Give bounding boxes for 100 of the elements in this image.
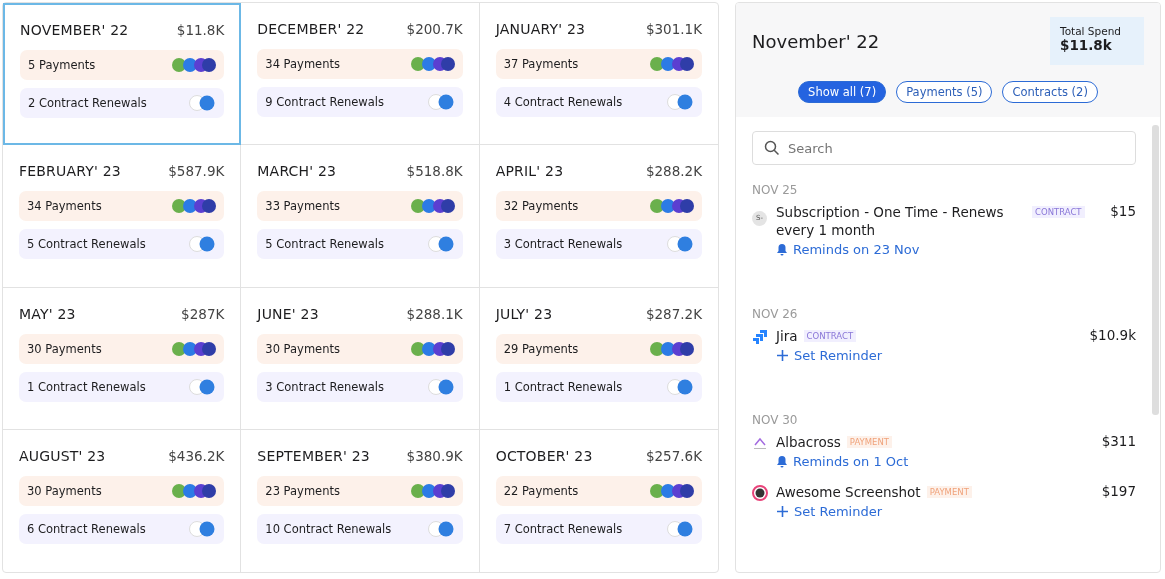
set-reminder-link[interactable]: Set Reminder (776, 504, 883, 519)
filter-chip[interactable]: Contracts (2) (1002, 81, 1098, 103)
month-title: FEBRUARY' 23 (19, 163, 121, 180)
renewals-row[interactable]: 5 Contract Renewals (257, 229, 463, 260)
app-logo-stack-icon (408, 55, 455, 73)
payments-count: 22 Payments (503, 483, 579, 498)
month-total: $587.9K (168, 163, 225, 180)
search-icon (764, 140, 780, 156)
renewals-count: 7 Contract Renewals (503, 521, 623, 536)
renewals-count: 1 Contract Renewals (27, 379, 146, 394)
renewals-row[interactable]: 3 Contract Renewals (257, 371, 463, 402)
renewals-count: 5 Contract Renewals (265, 237, 384, 252)
renewals-row[interactable]: 1 Contract Renewals (495, 371, 702, 402)
month-title: DECEMBER' 22 (257, 21, 365, 37)
payments-count: 30 Payments (27, 341, 102, 356)
payments-count: 30 Payments (265, 341, 340, 356)
renewals-row[interactable]: 6 Contract Renewals (19, 513, 225, 544)
month-card[interactable]: JUNE' 23 $288.1K 30 Payments 3 Contract Renewals (241, 287, 480, 430)
payments-count: 33 Payments (265, 199, 340, 214)
renewals-count: 1 Contract Renewals (503, 379, 623, 394)
renewals-count: 4 Contract Renewals (503, 95, 623, 109)
month-card[interactable]: MARCH' 23 $518.8K 33 Payments 5 Contract Renewals (241, 145, 480, 288)
payments-row[interactable]: 29 Payments (495, 333, 702, 364)
renewals-count: 3 Contract Renewals (265, 379, 384, 394)
date-heading: NOV 25 (752, 183, 799, 197)
renewals-row[interactable]: 3 Contract Renewals (495, 229, 702, 260)
payments-row[interactable]: 5 Payments (20, 50, 225, 80)
app-logo-stack-icon (648, 481, 694, 500)
filter-chip[interactable]: Payments (5) (896, 81, 993, 103)
chevron-logo-icon (752, 329, 768, 345)
app-logo-stack-icon (408, 339, 455, 358)
month-card[interactable]: DECEMBER' 22 $200.7K 34 Payments 9 Contract Renewals (241, 3, 480, 146)
filter-chip[interactable]: Show all (7) (798, 81, 887, 103)
payments-count: 5 Payments (28, 58, 96, 72)
payments-count: 34 Payments (265, 57, 340, 71)
reminder-link[interactable]: Reminds on 23 Nov (776, 242, 920, 257)
app-logo-stack-icon (188, 94, 217, 112)
app-logo-stack-icon (408, 481, 455, 500)
month-card[interactable]: NOVEMBER' 22 $11.8K 5 Payments 2 Contract Renewals (3, 3, 242, 146)
renewals-count: 5 Contract Renewals (27, 237, 146, 252)
payments-row[interactable]: 33 Payments (257, 191, 463, 222)
payments-row[interactable]: 30 Payments (19, 475, 225, 506)
month-card[interactable]: OCTOBER' 23 $257.6K 22 Payments 7 Contract Renewals (479, 429, 718, 572)
payments-row[interactable]: 34 Payments (19, 191, 225, 222)
app-logo-stack-icon (426, 93, 455, 111)
month-card[interactable]: MAY' 23 $287K 30 Payments 1 Contract Renewals (3, 287, 242, 430)
month-total: $518.8K (406, 163, 463, 180)
app-logo-stack-icon (170, 197, 217, 216)
payments-row[interactable]: 22 Payments (495, 475, 702, 506)
app-logo-stack-icon (188, 519, 217, 538)
payments-row[interactable]: 37 Payments (495, 49, 702, 79)
app-logo-stack-icon (648, 197, 694, 216)
renewals-count: 6 Contract Renewals (27, 521, 146, 536)
month-title: AUGUST' 23 (19, 447, 106, 464)
renewals-row[interactable]: 1 Contract Renewals (19, 371, 225, 402)
month-total: $301.1K (645, 21, 702, 37)
plus-icon (776, 349, 789, 362)
payments-row[interactable]: 32 Payments (495, 191, 702, 222)
month-card[interactable]: JANUARY' 23 $301.1K 37 Payments 4 Contract Renewals (479, 3, 718, 146)
month-card[interactable]: APRIL' 23 $288.2K 32 Payments 3 Contract Renewals (479, 145, 718, 288)
month-title: MAY' 23 (19, 305, 76, 322)
renewals-row[interactable]: 2 Contract Renewals (20, 88, 225, 118)
payments-row[interactable]: 30 Payments (19, 333, 225, 364)
payments-count: 32 Payments (503, 199, 579, 214)
payments-row[interactable]: 34 Payments (257, 49, 463, 79)
search-field[interactable]: Search (752, 131, 1136, 165)
renewals-row[interactable]: 5 Contract Renewals (19, 229, 225, 260)
camera-lens-logo-icon (752, 485, 768, 501)
type-tag: CONTRACT (1032, 206, 1085, 218)
payments-row[interactable]: 30 Payments (257, 333, 463, 364)
month-card[interactable]: SEPTEMBER' 23 $380.9K 23 Payments 10 Contract Renewals (241, 429, 480, 572)
app-logo-stack-icon (408, 197, 455, 216)
month-card[interactable]: FEBRUARY' 23 $587.9K 34 Payments 5 Contract Renewals (3, 145, 242, 288)
reminder-link[interactable]: Reminds on 1 Oct (776, 454, 909, 469)
app-logo-stack-icon (666, 519, 694, 538)
app-logo-stack-icon (188, 377, 217, 396)
month-total: $200.7K (406, 21, 463, 37)
month-title: JUNE' 23 (257, 305, 319, 322)
renewals-row[interactable]: 10 Contract Renewals (257, 513, 463, 544)
month-card[interactable]: AUGUST' 23 $436.2K 30 Payments 6 Contract Renewals (3, 429, 242, 572)
type-tag: CONTRACT (803, 330, 857, 342)
month-title: SEPTEMBER' 23 (257, 447, 370, 464)
set-reminder-link[interactable]: Set Reminder (776, 348, 883, 363)
scrollbar[interactable] (1152, 125, 1159, 415)
plus-icon (776, 505, 789, 518)
payments-count: 37 Payments (503, 57, 579, 71)
renewals-count: 2 Contract Renewals (28, 96, 147, 110)
bell-icon (776, 455, 788, 468)
renewals-row[interactable]: 4 Contract Renewals (495, 87, 702, 117)
renewals-row[interactable]: 7 Contract Renewals (495, 513, 702, 544)
vendor-name: Awesome Screenshot (776, 483, 921, 501)
amount: $311 (1101, 433, 1136, 451)
renewals-row[interactable]: 9 Contract Renewals (257, 87, 463, 117)
payments-row[interactable]: 23 Payments (257, 475, 463, 506)
month-card[interactable]: JULY' 23 $287.2K 29 Payments 1 Contract Renewals (479, 287, 718, 430)
payments-count: 34 Payments (27, 199, 102, 214)
amount: $15 (1110, 203, 1136, 221)
caret-logo-icon (752, 436, 768, 450)
app-logo-stack-icon (666, 235, 694, 254)
month-total: $436.2K (168, 447, 225, 464)
